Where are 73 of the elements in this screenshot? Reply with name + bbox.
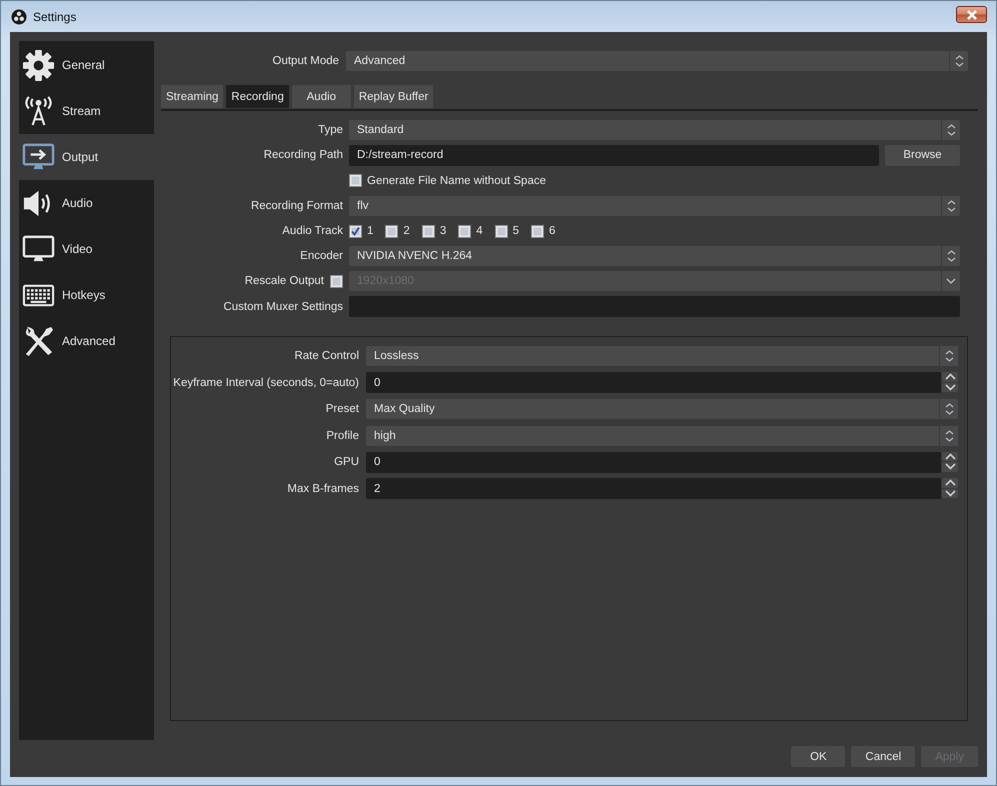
decrement-button[interactable] (942, 382, 958, 392)
up-down-arrows-icon (944, 403, 954, 416)
up-down-arrows-icon (946, 250, 956, 262)
increment-button[interactable] (942, 478, 958, 488)
field-label: Max B-frames (287, 482, 359, 495)
up-down-arrows-icon (944, 430, 954, 442)
dropdown[interactable]: flv (349, 196, 960, 216)
field-label: Rescale Output (244, 275, 324, 288)
field-label: Recording Format (250, 200, 343, 212)
increment-button[interactable] (942, 372, 958, 382)
dropdown[interactable]: Standard (349, 120, 960, 140)
number-field[interactable]: 0 (366, 452, 941, 473)
close-icon (966, 10, 978, 20)
field-label: Audio Track (282, 225, 343, 238)
up-down-arrows-icon (954, 54, 964, 66)
number-field[interactable]: 2 (366, 478, 941, 500)
checkbox-label: 4 (476, 225, 483, 238)
up-down-arrows-icon (946, 200, 956, 212)
tab[interactable]: Streaming (161, 85, 224, 108)
gear-icon (22, 48, 55, 82)
tab[interactable]: Replay Buffer (354, 85, 434, 108)
checkbox-label: 1 (367, 225, 374, 238)
field-label: Preset (326, 403, 359, 416)
number-field[interactable]: 0 (366, 372, 941, 394)
dropdown[interactable]: Lossless (366, 346, 958, 366)
decrement-button[interactable] (942, 488, 958, 498)
field-label: Type (318, 124, 343, 136)
output-mode-label: Output Mode (272, 54, 339, 66)
checkbox-label: 3 (440, 225, 446, 238)
checkbox[interactable] (531, 224, 544, 238)
sidebar-item[interactable]: Video (19, 226, 154, 272)
checkbox[interactable] (458, 224, 472, 238)
tab[interactable]: Audio (292, 85, 351, 108)
field-label: Rate Control (294, 350, 359, 362)
window-title: Settings (33, 10, 76, 24)
sidebar-item[interactable]: Output (19, 134, 154, 180)
up-down-arrows-icon (944, 350, 954, 362)
field-label: Recording Path (264, 149, 343, 162)
checkbox-label: Generate File Name without Space (367, 174, 546, 187)
checkbox[interactable] (494, 224, 508, 238)
field-label: Keyframe Interval (seconds, 0=auto) (173, 376, 359, 389)
dialog-button[interactable]: OK (791, 746, 846, 767)
browse-button[interactable]: Browse (885, 144, 960, 166)
output-mode-dropdown[interactable]: Advanced (346, 50, 968, 70)
up-down-arrows-icon (946, 124, 956, 136)
close-button[interactable] (956, 6, 987, 23)
sidebar-item[interactable]: General (19, 42, 154, 88)
sidebar-item[interactable]: Audio (19, 180, 154, 226)
checkbox[interactable] (349, 224, 362, 238)
field-label: Encoder (300, 250, 343, 262)
chevron-down-icon (946, 278, 956, 284)
dropdown[interactable]: Max Quality (366, 399, 958, 420)
field-label: Profile (326, 430, 359, 442)
field-label: GPU (334, 456, 359, 468)
sidebar-item[interactable]: Advanced (19, 318, 154, 364)
checkbox-label: 6 (549, 225, 556, 238)
dropdown[interactable]: NVIDIA NVENC H.264 (349, 246, 960, 266)
sidebar-item[interactable]: Hotkeys (19, 272, 154, 318)
dropdown[interactable]: high (366, 426, 958, 446)
app-icon (11, 8, 27, 24)
text-field[interactable] (349, 296, 960, 318)
field-label: Custom Muxer Settings (223, 300, 343, 313)
decrement-button[interactable] (942, 462, 958, 472)
checkbox[interactable] (349, 174, 362, 188)
increment-button[interactable] (942, 452, 958, 462)
checkbox-label: 2 (403, 225, 410, 238)
tab[interactable]: Recording (226, 85, 289, 108)
path-field[interactable]: D:/stream-record (349, 144, 879, 166)
sidebar-item[interactable]: Stream (19, 88, 154, 134)
checkbox-label: 5 (512, 225, 520, 238)
checkbox[interactable] (385, 224, 398, 238)
checkbox[interactable] (422, 224, 435, 238)
dialog-button[interactable]: Cancel (851, 746, 916, 767)
